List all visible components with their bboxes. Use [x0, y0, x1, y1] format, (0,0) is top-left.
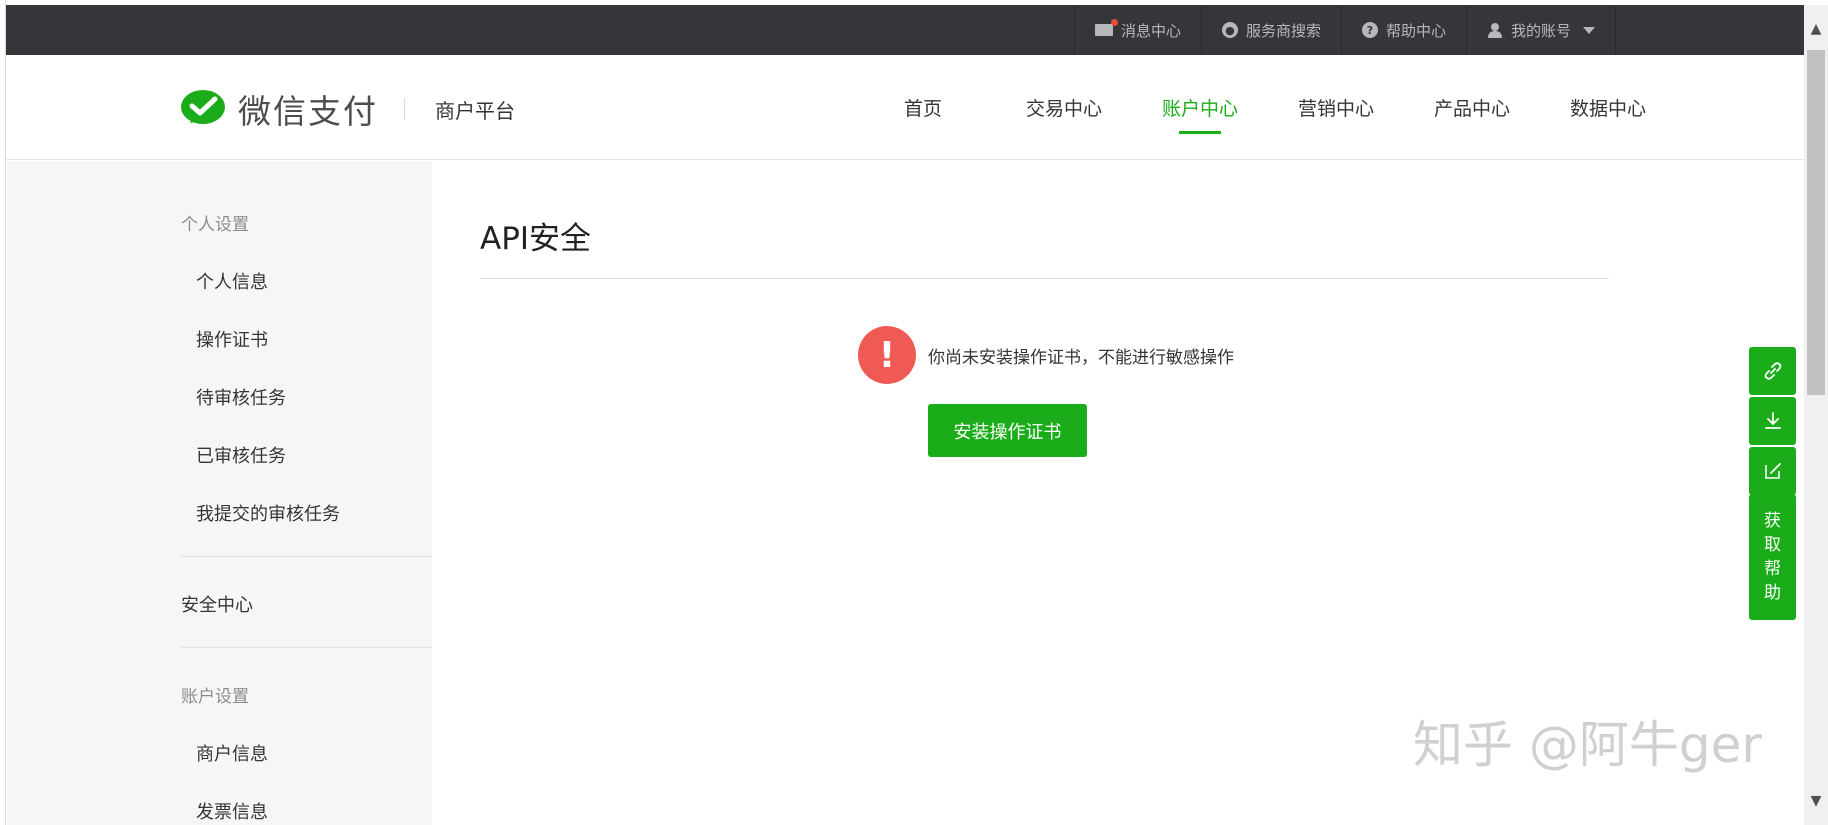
header: 微信支付 商户平台 首页 交易中心 账户中心 营销中心 产品中心 数据中心 — [6, 55, 1804, 160]
sidebar-item-personal-info[interactable]: 个人信息 — [196, 268, 268, 294]
float-link-button[interactable] — [1749, 347, 1796, 395]
message-center-label: 消息中心 — [1120, 21, 1181, 40]
sidebar-item-security-center[interactable]: 安全中心 — [181, 591, 253, 617]
mail-icon — [1094, 19, 1118, 36]
title-divider — [480, 278, 1609, 279]
wechat-pay-logo[interactable]: 微信支付 商户平台 — [180, 85, 515, 133]
my-account-menu[interactable]: 我的账号 — [1465, 5, 1616, 55]
get-help-button[interactable]: 获 取 帮 助 — [1749, 494, 1796, 620]
nav-home[interactable]: 首页 — [889, 55, 957, 160]
page-title: API安全 — [480, 221, 592, 257]
float-edit-button[interactable] — [1749, 447, 1796, 495]
nav-account-center[interactable]: 账户中心 — [1155, 55, 1245, 160]
question-icon: ? — [1361, 22, 1378, 38]
certificate-warning: ! 你尚未安装操作证书，不能进行敏感操作 — [858, 326, 1234, 384]
nav-marketing[interactable]: 营销中心 — [1291, 55, 1381, 160]
sidebar-item-pending-tasks[interactable]: 待审核任务 — [196, 384, 286, 410]
caret-down-icon — [1583, 26, 1595, 34]
sidebar-item-merchant-info[interactable]: 商户信息 — [196, 740, 268, 766]
download-icon — [1764, 412, 1781, 429]
help-center-link[interactable]: ? 帮助中心 — [1340, 5, 1466, 55]
sidebar-item-reviewed-tasks[interactable]: 已审核任务 — [196, 442, 286, 468]
get-help-char: 帮 — [1764, 559, 1781, 579]
warning-icon: ! — [858, 326, 916, 384]
sidebar-divider — [181, 647, 432, 648]
get-help-char: 助 — [1764, 583, 1781, 603]
sidebar-item-certificate[interactable]: 操作证书 — [196, 326, 268, 352]
zhihu-watermark: 知乎 @阿牛ger — [1413, 716, 1762, 774]
vertical-scrollbar[interactable]: ▲ ▼ — [1804, 5, 1828, 825]
scroll-up-arrow-icon[interactable]: ▲ — [1804, 17, 1828, 41]
my-account-label: 我的账号 — [1510, 21, 1571, 40]
sidebar-item-invoice-info[interactable]: 发票信息 — [196, 798, 268, 824]
main-nav: 首页 交易中心 账户中心 营销中心 产品中心 数据中心 — [889, 55, 1653, 160]
edit-icon — [1764, 463, 1781, 479]
top-links: 消息中心 ● 服务商搜索 ? 帮助中心 我的账号 — [1073, 5, 1616, 55]
sidebar-item-submitted-tasks[interactable]: 我提交的审核任务 — [196, 500, 340, 526]
platform-subtitle: 商户平台 — [435, 98, 515, 123]
link-icon — [1764, 362, 1781, 380]
user-icon — [1487, 23, 1502, 38]
sidebar-group-personal: 个人设置 — [181, 215, 249, 235]
scrollbar-thumb[interactable] — [1807, 50, 1825, 395]
top-bar: 消息中心 ● 服务商搜索 ? 帮助中心 我的账号 — [6, 5, 1804, 55]
nav-products[interactable]: 产品中心 — [1427, 55, 1517, 160]
provider-search-link[interactable]: ● 服务商搜索 — [1200, 5, 1341, 55]
float-download-button[interactable] — [1749, 397, 1796, 445]
warning-text: 你尚未安装操作证书，不能进行敏感操作 — [928, 347, 1234, 368]
scroll-down-arrow-icon[interactable]: ▼ — [1804, 789, 1828, 813]
logo-divider — [404, 98, 405, 120]
wechat-pay-logo-icon — [181, 90, 225, 124]
get-help-char: 获 — [1764, 511, 1781, 531]
get-help-char: 取 — [1764, 535, 1781, 555]
nav-transactions[interactable]: 交易中心 — [1019, 55, 1109, 160]
logo-text: 微信支付 — [238, 92, 378, 131]
help-center-label: 帮助中心 — [1385, 21, 1446, 40]
sidebar-divider — [181, 556, 432, 557]
provider-search-label: 服务商搜索 — [1245, 21, 1321, 40]
sidebar-group-account: 账户设置 — [181, 687, 249, 707]
install-certificate-button[interactable]: 安装操作证书 — [928, 404, 1087, 457]
message-center-link[interactable]: 消息中心 — [1073, 5, 1201, 55]
search-provider-icon: ● — [1221, 22, 1238, 38]
sidebar: 个人设置 个人信息 操作证书 待审核任务 已审核任务 我提交的审核任务 安全中心… — [7, 161, 432, 825]
nav-data[interactable]: 数据中心 — [1563, 55, 1653, 160]
